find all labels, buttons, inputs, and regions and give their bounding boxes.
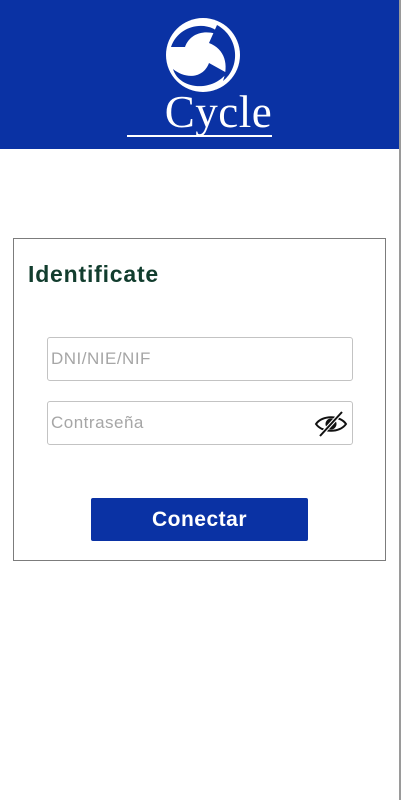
username-input[interactable]: [48, 338, 352, 380]
password-input[interactable]: [48, 402, 352, 444]
connect-button[interactable]: Conectar: [91, 498, 308, 541]
login-page: Cycle Identificate Conectar: [0, 0, 401, 800]
login-card: Identificate Conectar: [13, 238, 386, 561]
app-header: Cycle: [0, 0, 399, 149]
brand-name: Cycle: [0, 86, 399, 138]
username-field: [47, 337, 353, 381]
login-title: Identificate: [28, 261, 160, 287]
eye-slash-icon[interactable]: [314, 409, 348, 439]
swirl-logo-icon: [166, 18, 240, 92]
password-field: [47, 401, 353, 445]
